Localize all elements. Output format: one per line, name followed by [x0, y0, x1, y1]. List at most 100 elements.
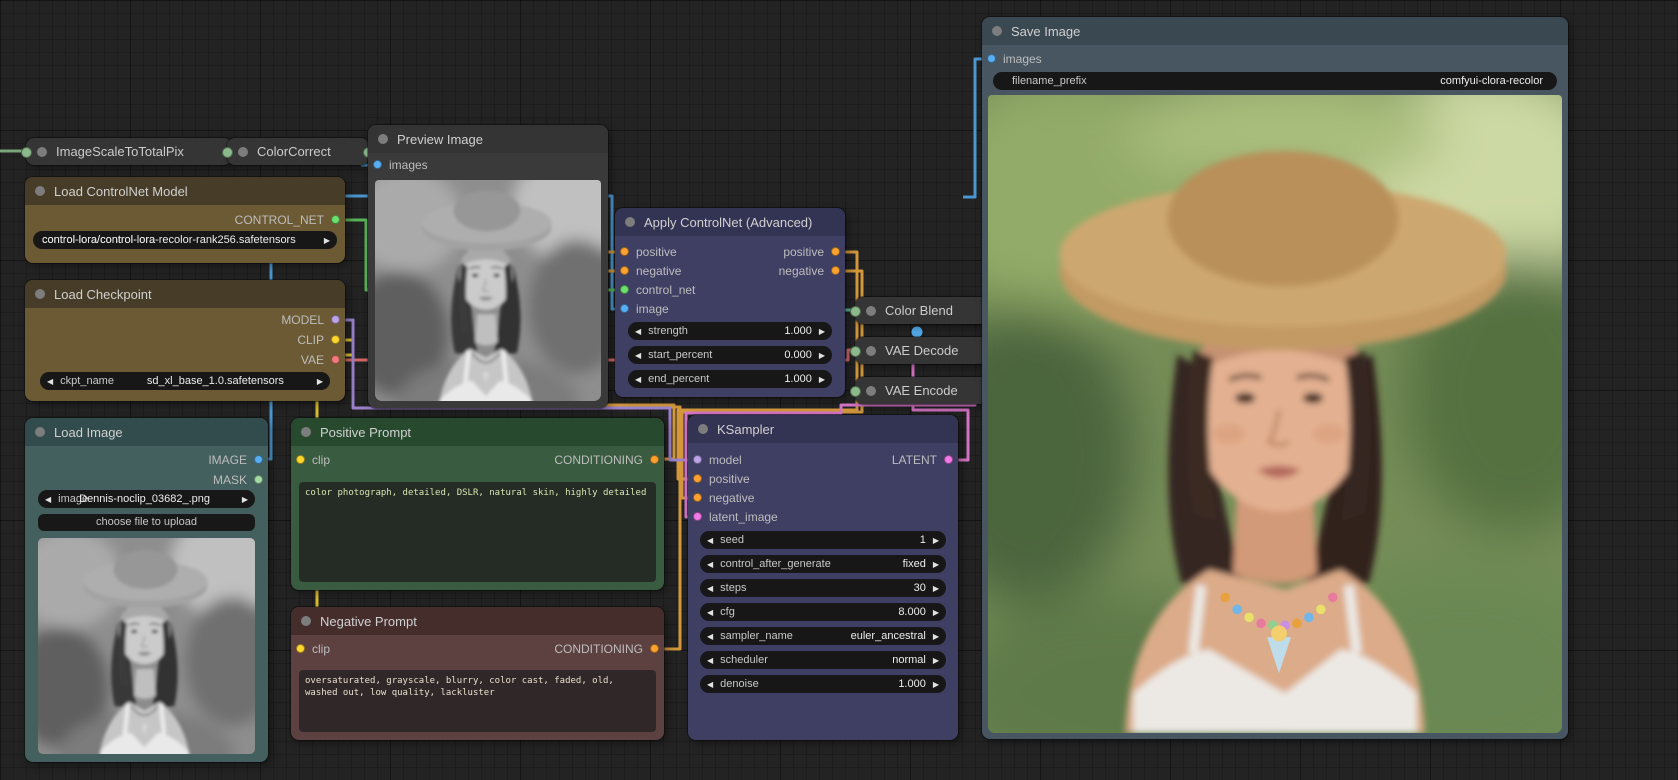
ckpt-name-value: sd_xl_base_1.0.safetensors — [147, 375, 284, 387]
cfg-widget[interactable]: cfg 8.000 — [700, 603, 946, 621]
node-collapse-icon[interactable] — [301, 427, 311, 437]
output-slot-mask[interactable] — [254, 475, 263, 484]
node-vae-decode[interactable]: VAE Decode — [855, 337, 997, 364]
output-slot-model[interactable] — [331, 315, 340, 324]
node-collapse-icon[interactable] — [301, 616, 311, 626]
decrement-arrow-icon[interactable] — [635, 375, 641, 384]
input-slot-images[interactable] — [987, 54, 996, 63]
start-percent-widget[interactable]: start_percent 0.000 — [628, 346, 832, 364]
increment-arrow-icon[interactable] — [933, 656, 939, 665]
node-color-blend[interactable]: Color Blend — [855, 297, 997, 324]
decrement-arrow-icon[interactable] — [707, 680, 713, 689]
decrement-arrow-icon[interactable] — [635, 351, 641, 360]
increment-arrow-icon[interactable] — [242, 495, 248, 504]
end-percent-widget[interactable]: end_percent 1.000 — [628, 370, 832, 388]
node-collapse-icon[interactable] — [35, 289, 45, 299]
steps-widget[interactable]: steps 30 — [700, 579, 946, 597]
strength-widget[interactable]: strength 1.000 — [628, 322, 832, 340]
increment-arrow-icon[interactable] — [819, 327, 825, 336]
node-load-checkpoint[interactable]: Load Checkpoint MODEL CLIP VAE ckpt_name… — [25, 280, 345, 401]
increment-arrow-icon[interactable] — [933, 608, 939, 617]
input-slot-positive[interactable] — [693, 474, 702, 483]
output-slot-positive[interactable] — [831, 247, 840, 256]
node-load-controlnet-model[interactable]: Load ControlNet Model CONTROL_NET contro… — [25, 177, 345, 263]
denoise-widget[interactable]: denoise 1.000 — [700, 675, 946, 693]
image-filename-widget[interactable]: image Dennis-noclip_03682_.png — [38, 490, 255, 508]
collapsed-input-slot[interactable] — [222, 147, 233, 158]
controlnet-name-widget[interactable]: control-lora/control-lora-recolor-rank25… — [33, 231, 337, 249]
node-title: Color Blend — [885, 303, 953, 318]
output-slot-conditioning[interactable] — [650, 455, 659, 464]
node-collapse-icon[interactable] — [992, 26, 1002, 36]
collapsed-input-slot[interactable] — [21, 147, 32, 158]
ckpt-name-widget[interactable]: ckpt_name sd_xl_base_1.0.safetensors — [40, 372, 330, 390]
collapsed-input-slot[interactable] — [850, 386, 861, 397]
positive-prompt-textarea[interactable]: color photograph, detailed, DSLR, natura… — [299, 482, 656, 582]
node-graph-canvas[interactable]: ImageScaleToTotalPix ColorCorrect Load C… — [0, 0, 1678, 780]
output-slot-conditioning[interactable] — [650, 644, 659, 653]
node-color-correct[interactable]: ColorCorrect — [227, 138, 369, 165]
node-negative-prompt[interactable]: Negative Prompt clip CONDITIONING oversa… — [291, 607, 664, 740]
decrement-arrow-icon[interactable] — [635, 327, 641, 336]
node-preview-image[interactable]: Preview Image images — [368, 125, 608, 408]
decrement-arrow-icon[interactable] — [707, 608, 713, 617]
increment-arrow-icon[interactable] — [819, 375, 825, 384]
control-after-generate-widget[interactable]: control_after_generate fixed — [700, 555, 946, 573]
input-slot-control-net[interactable] — [620, 285, 629, 294]
scheduler-widget[interactable]: scheduler normal — [700, 651, 946, 669]
node-collapse-icon[interactable] — [35, 427, 45, 437]
input-slot-negative[interactable] — [693, 493, 702, 502]
decrement-arrow-icon[interactable] — [707, 656, 713, 665]
node-title: ImageScaleToTotalPix — [56, 144, 184, 159]
increment-arrow-icon[interactable] — [933, 536, 939, 545]
node-collapse-icon[interactable] — [698, 424, 708, 434]
increment-arrow-icon[interactable] — [933, 584, 939, 593]
negative-prompt-textarea[interactable]: oversaturated, grayscale, blurry, color … — [299, 670, 656, 732]
collapsed-input-slot[interactable] — [850, 346, 861, 357]
link-reroute-dot[interactable] — [912, 327, 923, 338]
increment-arrow-icon[interactable] — [317, 377, 323, 386]
steps-label: steps — [720, 582, 746, 594]
node-collapse-icon[interactable] — [866, 386, 876, 396]
increment-arrow-icon[interactable] — [933, 632, 939, 641]
input-slot-image[interactable] — [620, 304, 629, 313]
node-vae-encode[interactable]: VAE Encode — [855, 377, 997, 404]
increment-arrow-icon[interactable] — [933, 560, 939, 569]
collapsed-input-slot[interactable] — [850, 306, 861, 317]
input-slot-latent-image[interactable] — [693, 512, 702, 521]
output-slot-clip[interactable] — [331, 335, 340, 344]
node-apply-controlnet-advanced[interactable]: Apply ControlNet (Advanced) positive pos… — [615, 208, 845, 397]
node-collapse-icon[interactable] — [866, 306, 876, 316]
output-slot-image[interactable] — [254, 455, 263, 464]
node-load-image[interactable]: Load Image IMAGE MASK image Dennis-nocli… — [25, 418, 268, 762]
node-image-scale-to-total-pix[interactable]: ImageScaleToTotalPix — [26, 138, 232, 165]
node-collapse-icon[interactable] — [35, 186, 45, 196]
output-slot-negative[interactable] — [831, 266, 840, 275]
output-slot-vae[interactable] — [331, 355, 340, 364]
decrement-arrow-icon[interactable] — [707, 536, 713, 545]
output-slot-latent[interactable] — [944, 455, 953, 464]
output-slot-control-net[interactable] — [331, 215, 340, 224]
decrement-arrow-icon[interactable] — [707, 584, 713, 593]
seed-widget[interactable]: seed 1 — [700, 531, 946, 549]
increment-arrow-icon[interactable] — [819, 351, 825, 360]
node-collapse-icon[interactable] — [37, 147, 47, 157]
choose-file-to-upload-button[interactable]: choose file to upload — [38, 514, 255, 531]
node-collapse-icon[interactable] — [238, 147, 248, 157]
node-save-image[interactable]: Save Image images filename_prefix comfyu… — [982, 17, 1568, 739]
decrement-arrow-icon[interactable] — [47, 377, 53, 386]
node-collapse-icon[interactable] — [625, 217, 635, 227]
node-positive-prompt[interactable]: Positive Prompt clip CONDITIONING color … — [291, 418, 664, 590]
input-slot-images[interactable] — [373, 160, 382, 169]
increment-arrow-icon[interactable] — [933, 680, 939, 689]
node-collapse-icon[interactable] — [866, 346, 876, 356]
decrement-arrow-icon[interactable] — [707, 560, 713, 569]
decrement-arrow-icon[interactable] — [707, 632, 713, 641]
decrement-arrow-icon[interactable] — [45, 495, 51, 504]
output-label-vae: VAE — [301, 353, 324, 367]
sampler-name-widget[interactable]: sampler_name euler_ancestral — [700, 627, 946, 645]
node-ksampler[interactable]: KSampler model LATENT positive negative … — [688, 415, 958, 740]
node-collapse-icon[interactable] — [378, 134, 388, 144]
filename-prefix-widget[interactable]: filename_prefix comfyui-clora-recolor — [993, 72, 1557, 90]
increment-arrow-icon[interactable] — [324, 236, 330, 245]
